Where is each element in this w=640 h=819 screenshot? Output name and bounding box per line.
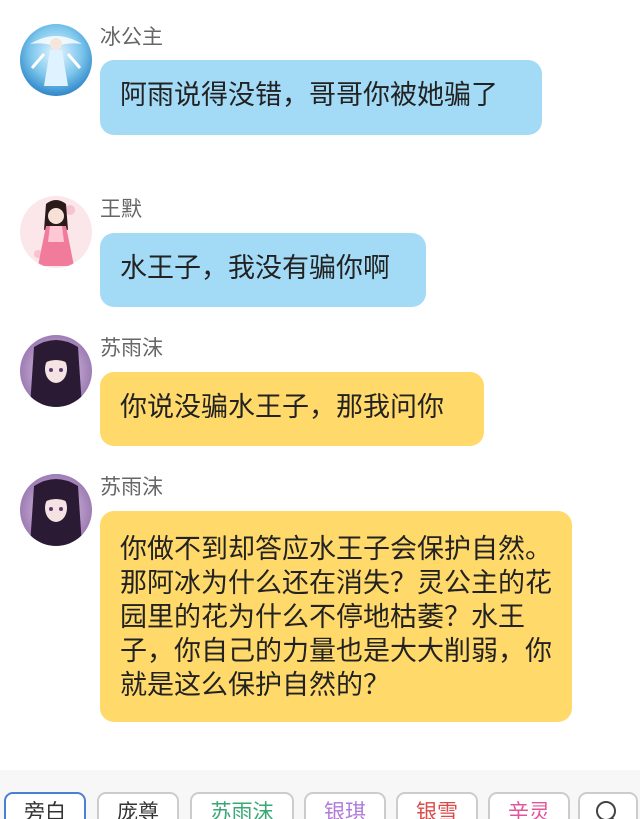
message-bubble[interactable]: 阿雨说得没错，哥哥你被她骗了 (100, 60, 542, 135)
character-chip-narrator[interactable]: 旁白 (4, 792, 86, 819)
character-select-bar: 旁白 庞尊 苏雨沫 银琪 银雪 辛灵 (0, 770, 640, 819)
character-chip-su-yumo[interactable]: 苏雨沫 (190, 792, 294, 819)
message-bubble[interactable]: 你做不到却答应水王子会保护自然。那阿冰为什么还在消失？灵公主的花园里的花为什么不… (100, 511, 572, 722)
su-yumo-avatar[interactable] (20, 474, 92, 546)
character-chip-xinling[interactable]: 辛灵 (488, 792, 570, 819)
su-yumo-avatar[interactable] (20, 335, 92, 407)
sender-name: 冰公主 (100, 25, 163, 49)
sender-name: 苏雨沫 (100, 336, 163, 360)
ice-princess-avatar[interactable] (20, 24, 92, 96)
character-chip-pangzun[interactable]: 庞尊 (97, 792, 179, 819)
character-chip-yinxue[interactable]: 银雪 (396, 792, 478, 819)
chat-screen: 冰公主 阿雨说得没错，哥哥你被她骗了 王默 水王子，我没有骗你啊 苏雨沫 你说没… (0, 0, 640, 819)
character-chip-yinqi[interactable]: 银琪 (304, 792, 386, 819)
wang-mo-avatar[interactable] (20, 196, 92, 268)
search-icon[interactable] (578, 792, 638, 819)
sender-name: 苏雨沫 (100, 475, 163, 499)
message-bubble[interactable]: 你说没骗水王子，那我问你 (100, 372, 484, 446)
sender-name: 王默 (100, 197, 142, 221)
message-bubble[interactable]: 水王子，我没有骗你啊 (100, 233, 426, 307)
